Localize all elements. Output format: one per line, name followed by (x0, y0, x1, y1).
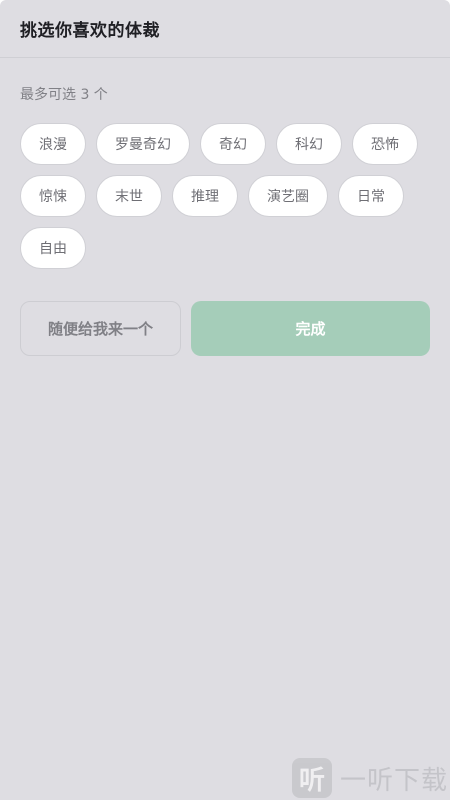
genre-tag-showbiz[interactable]: 演艺圈 (248, 175, 328, 217)
watermark-logo-icon: 听 (291, 758, 332, 798)
panel-header: 挑选你喜欢的体裁 (0, 0, 450, 58)
genre-tag-thriller[interactable]: 惊悚 (20, 175, 86, 217)
genre-tag-mystery[interactable]: 推理 (172, 175, 238, 217)
genre-tag-horror[interactable]: 恐怖 (352, 123, 418, 165)
genre-tag-romance-fantasy[interactable]: 罗曼奇幻 (96, 123, 190, 165)
genre-tag-fantasy[interactable]: 奇幻 (200, 123, 266, 165)
genre-picker-panel: 挑选你喜欢的体裁 最多可选 3 个 浪漫 罗曼奇幻 奇幻 科幻 恐怖 惊悚 末世… (0, 0, 450, 800)
page-title: 挑选你喜欢的体裁 (20, 21, 160, 41)
genre-tag-scifi[interactable]: 科幻 (276, 123, 342, 165)
random-pick-button[interactable]: 随便给我来一个 (20, 301, 181, 356)
done-button[interactable]: 完成 (191, 301, 430, 356)
watermark-text: 一听下载 (339, 765, 448, 796)
genre-tag-daily-life[interactable]: 日常 (338, 175, 404, 217)
watermark: 听 一听下载 (291, 758, 448, 798)
genre-tag-romance[interactable]: 浪漫 (20, 123, 86, 165)
action-bar: 随便给我来一个 完成 (20, 301, 430, 356)
genre-tag-freeform[interactable]: 自由 (20, 227, 86, 269)
selection-limit-hint: 最多可选 3 个 (20, 87, 108, 103)
genre-tag-list: 浪漫 罗曼奇幻 奇幻 科幻 恐怖 惊悚 末世 推理 演艺圈 日常 自由 (20, 123, 440, 269)
genre-tag-apocalypse[interactable]: 末世 (96, 175, 162, 217)
